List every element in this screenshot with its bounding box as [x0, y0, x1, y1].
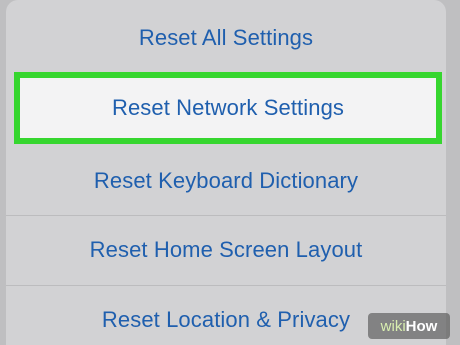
- watermark-suffix: How: [405, 317, 438, 335]
- watermark-prefix: wiki: [380, 317, 406, 335]
- reset-network-settings-button[interactable]: Reset Network Settings: [14, 72, 442, 144]
- reset-action-sheet: Reset All Settings Reset Network Setting…: [0, 0, 460, 345]
- reset-all-settings-button[interactable]: Reset All Settings: [6, 6, 446, 70]
- reset-location-privacy-label: Reset Location & Privacy: [101, 307, 351, 332]
- reset-home-screen-layout-label: Reset Home Screen Layout: [89, 237, 363, 262]
- reset-keyboard-dictionary-button[interactable]: Reset Keyboard Dictionary: [6, 147, 446, 215]
- reset-network-settings-label: Reset Network Settings: [111, 95, 345, 120]
- reset-options-menu: Reset All Settings Reset Network Setting…: [6, 0, 446, 345]
- reset-keyboard-dictionary-label: Reset Keyboard Dictionary: [93, 168, 359, 193]
- wikihow-watermark: wiki How: [368, 313, 450, 339]
- reset-all-settings-label: Reset All Settings: [138, 25, 314, 50]
- reset-home-screen-layout-button[interactable]: Reset Home Screen Layout: [6, 216, 446, 284]
